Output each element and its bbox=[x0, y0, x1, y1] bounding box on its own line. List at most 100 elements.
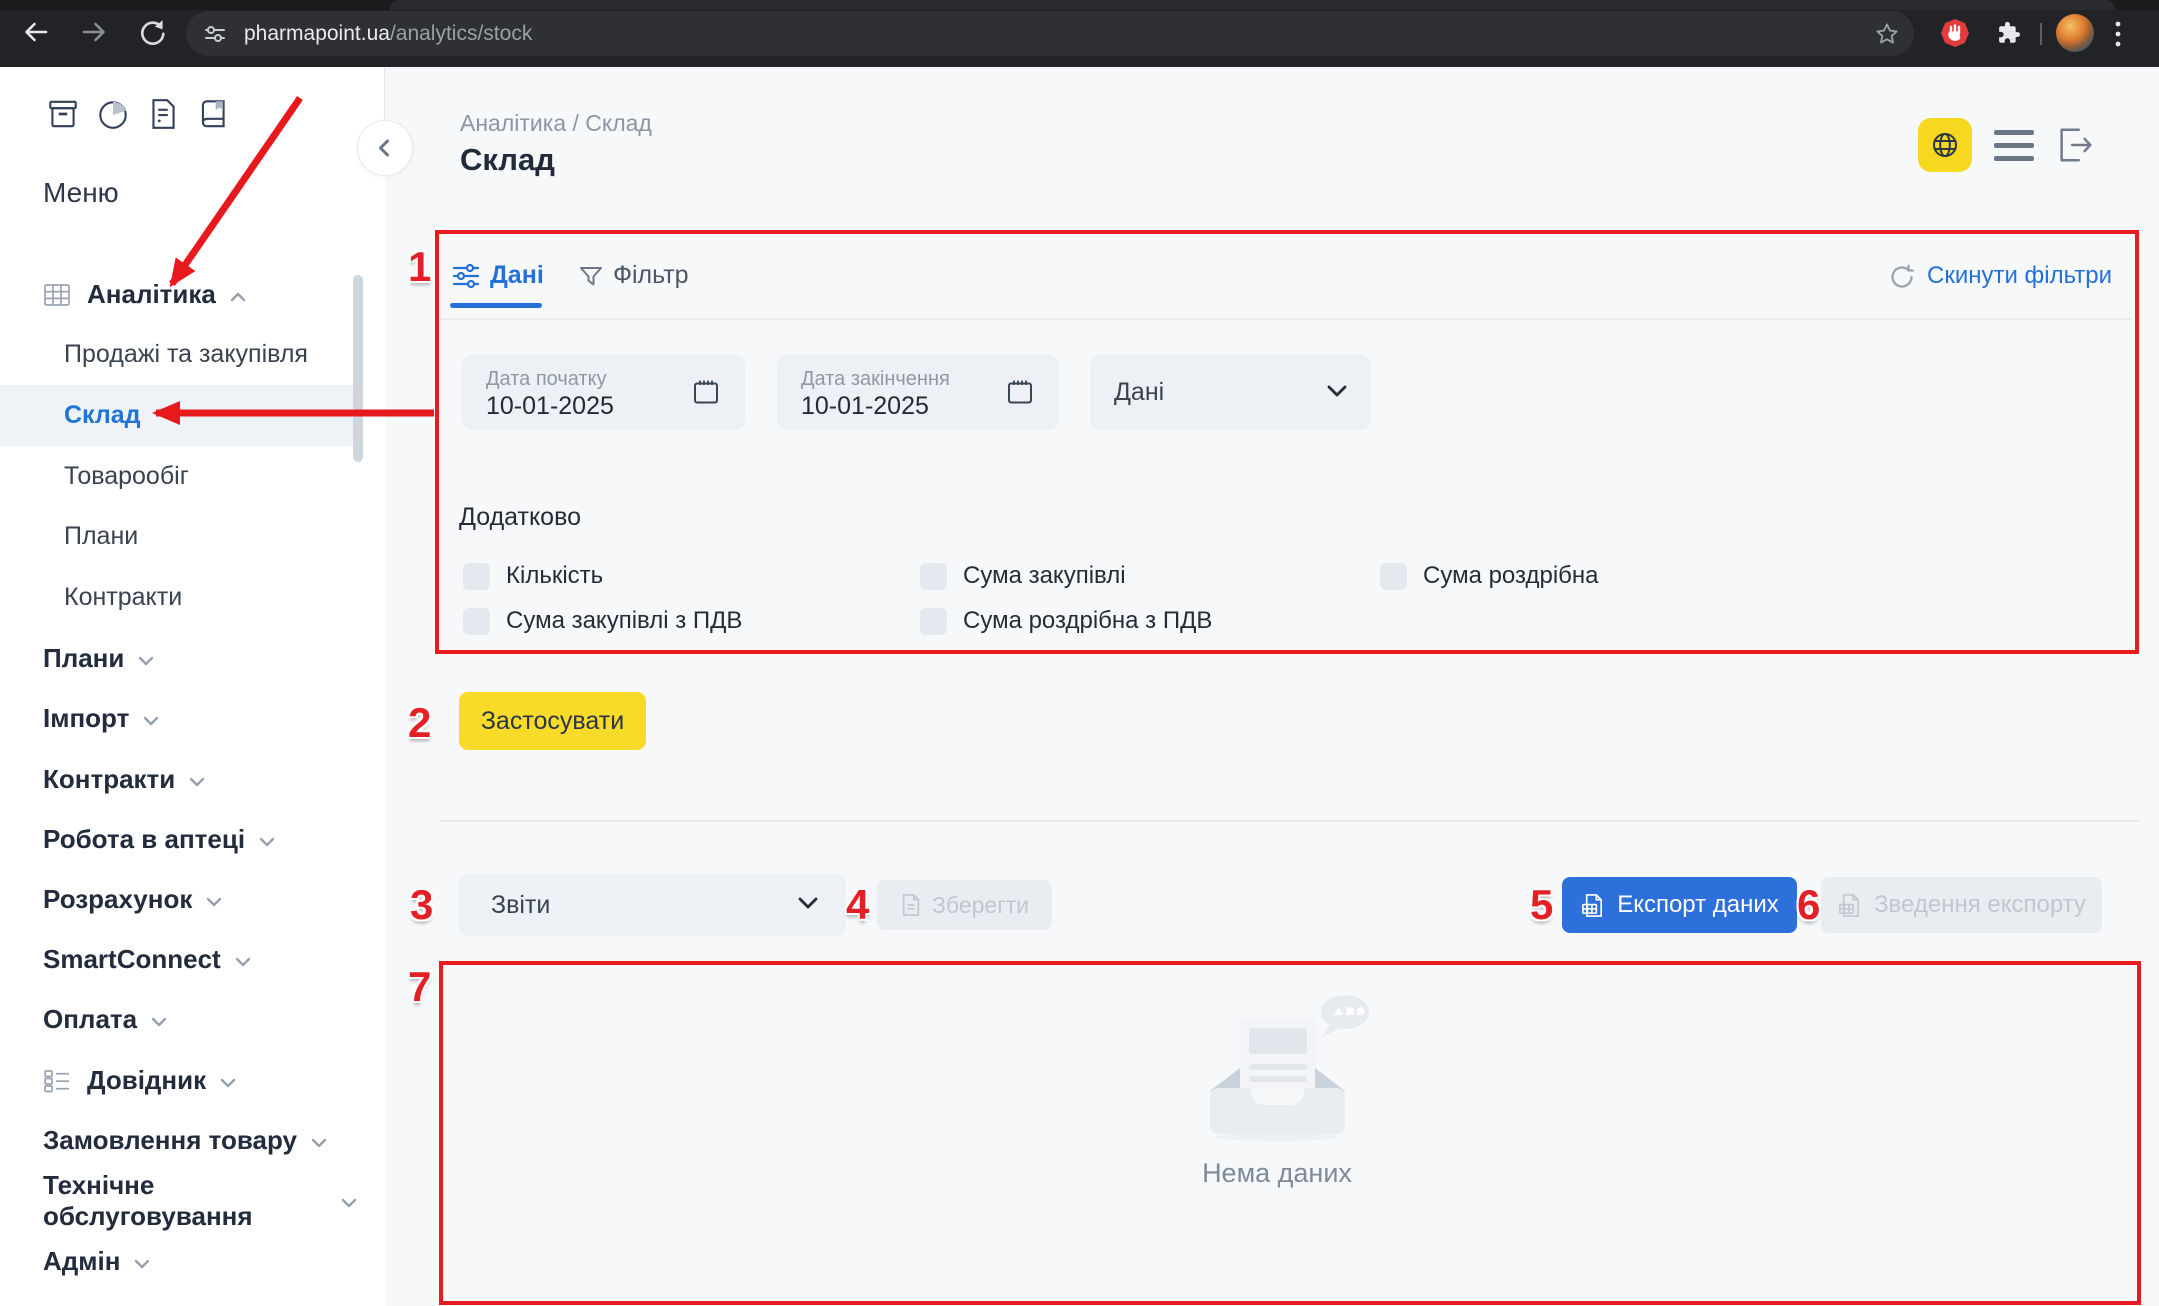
sidebar-item-11[interactable]: Розрахунок bbox=[0, 869, 357, 930]
menu-toggle-button[interactable] bbox=[1994, 130, 2034, 161]
data-select[interactable]: Дані bbox=[1090, 355, 1371, 430]
tabs-divider bbox=[441, 318, 2133, 320]
browser-forward-button[interactable] bbox=[78, 16, 110, 48]
checkbox-unchecked[interactable] bbox=[463, 608, 490, 635]
reset-icon bbox=[1888, 263, 1916, 296]
chevron-down-icon bbox=[143, 716, 159, 726]
url-text: pharmapoint.ua/analytics/stock bbox=[244, 22, 1874, 46]
site-info-icon[interactable] bbox=[204, 23, 226, 45]
sidebar-item-7[interactable]: Плани bbox=[0, 628, 357, 689]
checkbox-unchecked[interactable] bbox=[920, 608, 947, 635]
checkbox-item-4[interactable]: Сума закупівлі з ПДВ bbox=[463, 607, 742, 635]
browser-back-button[interactable] bbox=[20, 16, 52, 48]
checkbox-item-1[interactable]: Кількість bbox=[463, 562, 603, 590]
browser-address-bar[interactable]: pharmapoint.ua/analytics/stock bbox=[186, 11, 1914, 56]
sidebar-item-label: Аналітика bbox=[87, 279, 216, 310]
sidebar-collapse-button[interactable] bbox=[357, 120, 413, 176]
grid-icon bbox=[43, 282, 71, 308]
book-icon[interactable] bbox=[194, 95, 232, 133]
checkbox-item-3[interactable]: Сума роздрібна bbox=[1380, 562, 1599, 590]
calendar-icon[interactable] bbox=[1005, 377, 1035, 412]
breadcrumb: Аналітика / Склад bbox=[460, 110, 652, 137]
document-icon bbox=[900, 893, 922, 917]
calendar-icon[interactable] bbox=[691, 377, 721, 412]
checkbox-unchecked[interactable] bbox=[920, 563, 947, 590]
sidebar-item-10[interactable]: Робота в аптеці bbox=[0, 809, 357, 870]
chevron-down-icon bbox=[189, 777, 205, 787]
sidebar-item-3[interactable]: Склад bbox=[0, 385, 357, 446]
document-icon[interactable] bbox=[144, 95, 182, 133]
logout-icon bbox=[2054, 124, 2096, 166]
apply-button[interactable]: Застосувати bbox=[459, 692, 646, 750]
language-button[interactable] bbox=[1918, 118, 1972, 172]
sidebar-item-13[interactable]: Оплата bbox=[0, 989, 357, 1050]
annotation-number-1: 1 bbox=[408, 243, 431, 291]
save-button[interactable]: Зберегти bbox=[877, 880, 1052, 930]
chevron-down-icon bbox=[206, 897, 222, 907]
sidebar-item-15[interactable]: Замовлення товару bbox=[0, 1110, 357, 1171]
pie-chart-icon[interactable] bbox=[94, 95, 132, 133]
sidebar-item-5[interactable]: Плани bbox=[0, 506, 357, 567]
browser-profile-avatar[interactable] bbox=[2056, 14, 2094, 52]
sidebar-item-12[interactable]: SmartConnect bbox=[0, 929, 357, 990]
tab-data[interactable]: Дані bbox=[490, 261, 544, 290]
sidebar-scrollbar[interactable] bbox=[353, 275, 363, 462]
annotation-number-3: 3 bbox=[410, 881, 433, 929]
browser-menu-icon[interactable] bbox=[2114, 20, 2122, 53]
sidebar-item-label: Оплата bbox=[43, 1004, 137, 1035]
sidebar-item-16[interactable]: Технічне обслуговування bbox=[0, 1170, 357, 1231]
end-date-field[interactable]: Дата закінчення 10-01-2025 bbox=[777, 355, 1059, 430]
adblock-extension-icon[interactable] bbox=[1940, 18, 1970, 53]
reload-icon bbox=[138, 18, 166, 46]
sidebar-item-label: Плани bbox=[43, 643, 124, 674]
start-date-value: 10-01-2025 bbox=[486, 392, 614, 421]
sidebar-item-17[interactable]: Адмін bbox=[0, 1231, 357, 1292]
funnel-icon bbox=[578, 264, 604, 295]
reports-select[interactable]: Звіти bbox=[459, 874, 846, 936]
export-summary-button[interactable]: Зведення експорту bbox=[1821, 877, 2102, 933]
sidebar-item-label: Довідник bbox=[87, 1065, 206, 1096]
checkbox-item-5[interactable]: Сума роздрібна з ПДВ bbox=[920, 607, 1212, 635]
page-title: Склад bbox=[460, 142, 555, 178]
chevron-down-icon bbox=[138, 656, 154, 666]
chevron-down-icon bbox=[151, 1017, 167, 1027]
checkbox-unchecked[interactable] bbox=[463, 563, 490, 590]
active-tab-underline bbox=[450, 303, 542, 308]
sidebar-item-4[interactable]: Товарообіг bbox=[0, 446, 357, 507]
xlsx-file-icon bbox=[1837, 893, 1862, 918]
sidebar-border bbox=[384, 67, 385, 122]
browser-reload-button[interactable] bbox=[136, 16, 168, 48]
sidebar-item-label: Товарообіг bbox=[64, 462, 189, 491]
start-date-field[interactable]: Дата початку 10-01-2025 bbox=[462, 355, 745, 430]
end-date-label: Дата закінчення bbox=[801, 368, 950, 391]
sidebar-item-2[interactable]: Продажі та закупівля bbox=[0, 324, 357, 385]
screenshot-root: pharmapoint.ua/analytics/stock Меню Анал… bbox=[0, 0, 2159, 1306]
checkbox-unchecked[interactable] bbox=[1380, 563, 1407, 590]
logout-button[interactable] bbox=[2054, 124, 2096, 171]
sidebar-item-label: Робота в аптеці bbox=[43, 824, 245, 855]
globe-icon bbox=[1929, 129, 1961, 161]
sidebar-item-1[interactable]: Аналітика bbox=[0, 264, 357, 325]
empty-state-message: Нема даних bbox=[1120, 1158, 1434, 1189]
xlsx-file-icon bbox=[1580, 893, 1605, 918]
chevron-down-icon bbox=[220, 1078, 236, 1088]
sidebar-item-14[interactable]: Довідник bbox=[0, 1050, 357, 1111]
export-data-button[interactable]: Експорт даних bbox=[1562, 877, 1797, 933]
checkbox-label: Сума закупівлі bbox=[963, 562, 1126, 590]
sidebar-item-6[interactable]: Контракти bbox=[0, 567, 357, 628]
reset-filters-button[interactable]: Скинути фільтри bbox=[1927, 262, 2112, 290]
browser-active-tab[interactable] bbox=[390, 0, 2115, 10]
annotation-number-5: 5 bbox=[1530, 881, 1553, 929]
sidebar-item-9[interactable]: Контракти bbox=[0, 749, 357, 810]
chevron-up-icon bbox=[230, 292, 246, 302]
bookmark-star-icon[interactable] bbox=[1874, 21, 1900, 47]
sidebar-item-label: Склад bbox=[64, 401, 141, 430]
tab-filter[interactable]: Фільтр bbox=[613, 261, 689, 290]
chevron-down-icon bbox=[341, 1198, 357, 1208]
extensions-puzzle-icon[interactable] bbox=[1994, 19, 2022, 52]
archive-box-icon[interactable] bbox=[44, 95, 82, 133]
list-icon bbox=[43, 1069, 71, 1093]
checkbox-item-2[interactable]: Сума закупівлі bbox=[920, 562, 1126, 590]
sidebar-item-8[interactable]: Імпорт bbox=[0, 688, 357, 749]
chevron-down-icon bbox=[798, 896, 818, 914]
